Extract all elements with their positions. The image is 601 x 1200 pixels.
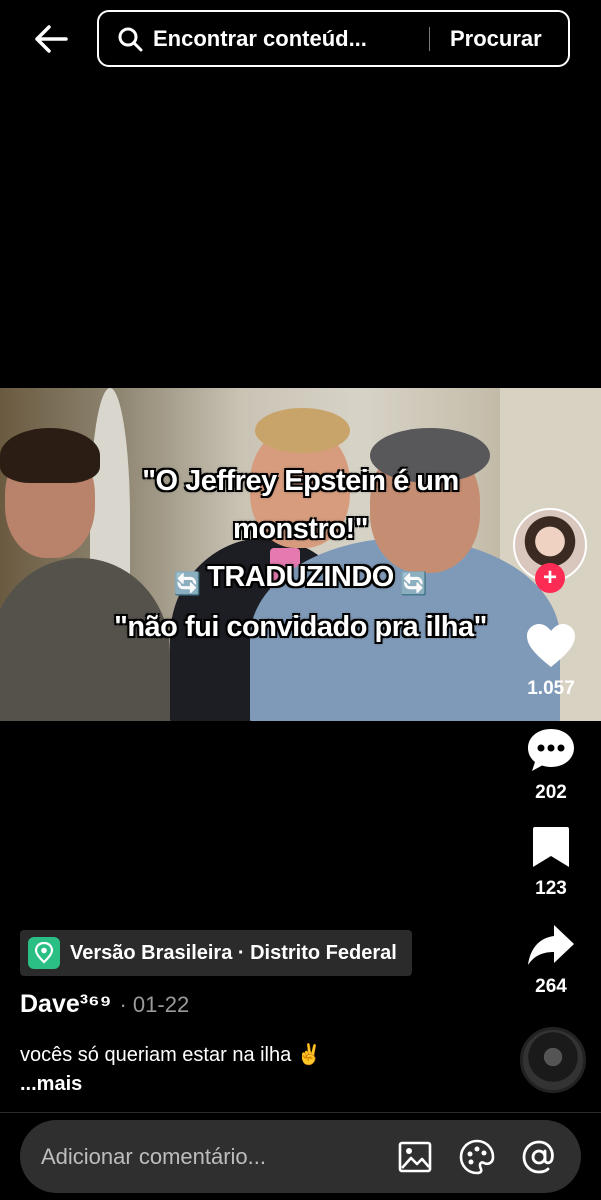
search-bar[interactable]: Encontrar conteúd... Procurar bbox=[97, 10, 570, 67]
search-input[interactable]: Encontrar conteúd... bbox=[153, 26, 423, 52]
save-count: 123 bbox=[535, 878, 567, 899]
video-player[interactable]: "O Jeffrey Epstein é um monstro!" 🔄 TRADU… bbox=[0, 388, 601, 721]
search-button[interactable]: Procurar bbox=[450, 26, 542, 52]
more-link[interactable]: ...mais bbox=[20, 1073, 82, 1096]
post-description: vocês só queriam estar na ilha ✌️ bbox=[20, 1044, 322, 1066]
comment-bar[interactable]: Adicionar comentário... bbox=[20, 1120, 581, 1193]
like-button[interactable]: 1.057 bbox=[516, 623, 586, 700]
video-caption-line: monstro!" bbox=[233, 513, 368, 545]
search-divider bbox=[429, 26, 430, 51]
swap-emoji-icon: 🔄 bbox=[400, 571, 428, 596]
location-label: Versão Brasileira · Distrito Federal bbox=[70, 941, 397, 964]
comment-bubble-icon[interactable] bbox=[526, 727, 576, 778]
video-caption-line: "não fui convidado pra ilha" bbox=[114, 611, 487, 643]
video-person-center-hair bbox=[255, 408, 350, 453]
post-date: · 01-22 bbox=[119, 992, 190, 1017]
save-button[interactable]: 123 bbox=[516, 825, 586, 900]
follow-button[interactable]: + bbox=[535, 563, 565, 593]
bookmark-icon[interactable] bbox=[531, 825, 571, 874]
video-caption-translating: TRADUZINDO bbox=[207, 561, 394, 593]
author-name[interactable]: Dave³⁶⁹ bbox=[20, 990, 111, 1019]
author-row: Dave³⁶⁹ · 01-22 bbox=[20, 990, 189, 1019]
arrow-left-icon bbox=[34, 24, 68, 59]
video-caption-line: 🔄 TRADUZINDO 🔄 bbox=[0, 561, 601, 600]
like-count: 1.057 bbox=[527, 678, 575, 699]
music-disc[interactable] bbox=[520, 1027, 586, 1093]
back-button[interactable] bbox=[28, 18, 74, 64]
share-count: 264 bbox=[535, 976, 567, 997]
swap-emoji-icon: 🔄 bbox=[173, 571, 201, 596]
heart-icon[interactable] bbox=[526, 623, 576, 674]
divider bbox=[0, 1112, 601, 1113]
location-pin-icon bbox=[28, 937, 60, 969]
comment-count: 202 bbox=[535, 782, 567, 803]
video-caption-line: "O Jeffrey Epstein é um bbox=[142, 465, 459, 497]
at-icon[interactable] bbox=[519, 1137, 559, 1177]
comment-input[interactable]: Adicionar comentário... bbox=[41, 1144, 395, 1170]
emoji-icon[interactable] bbox=[457, 1137, 497, 1177]
comment-button[interactable]: 202 bbox=[516, 727, 586, 804]
image-icon[interactable] bbox=[395, 1137, 435, 1177]
search-icon bbox=[117, 25, 145, 53]
share-button[interactable]: 264 bbox=[516, 923, 586, 998]
share-arrow-icon[interactable] bbox=[526, 923, 576, 972]
location-tag[interactable]: Versão Brasileira · Distrito Federal bbox=[20, 930, 412, 976]
